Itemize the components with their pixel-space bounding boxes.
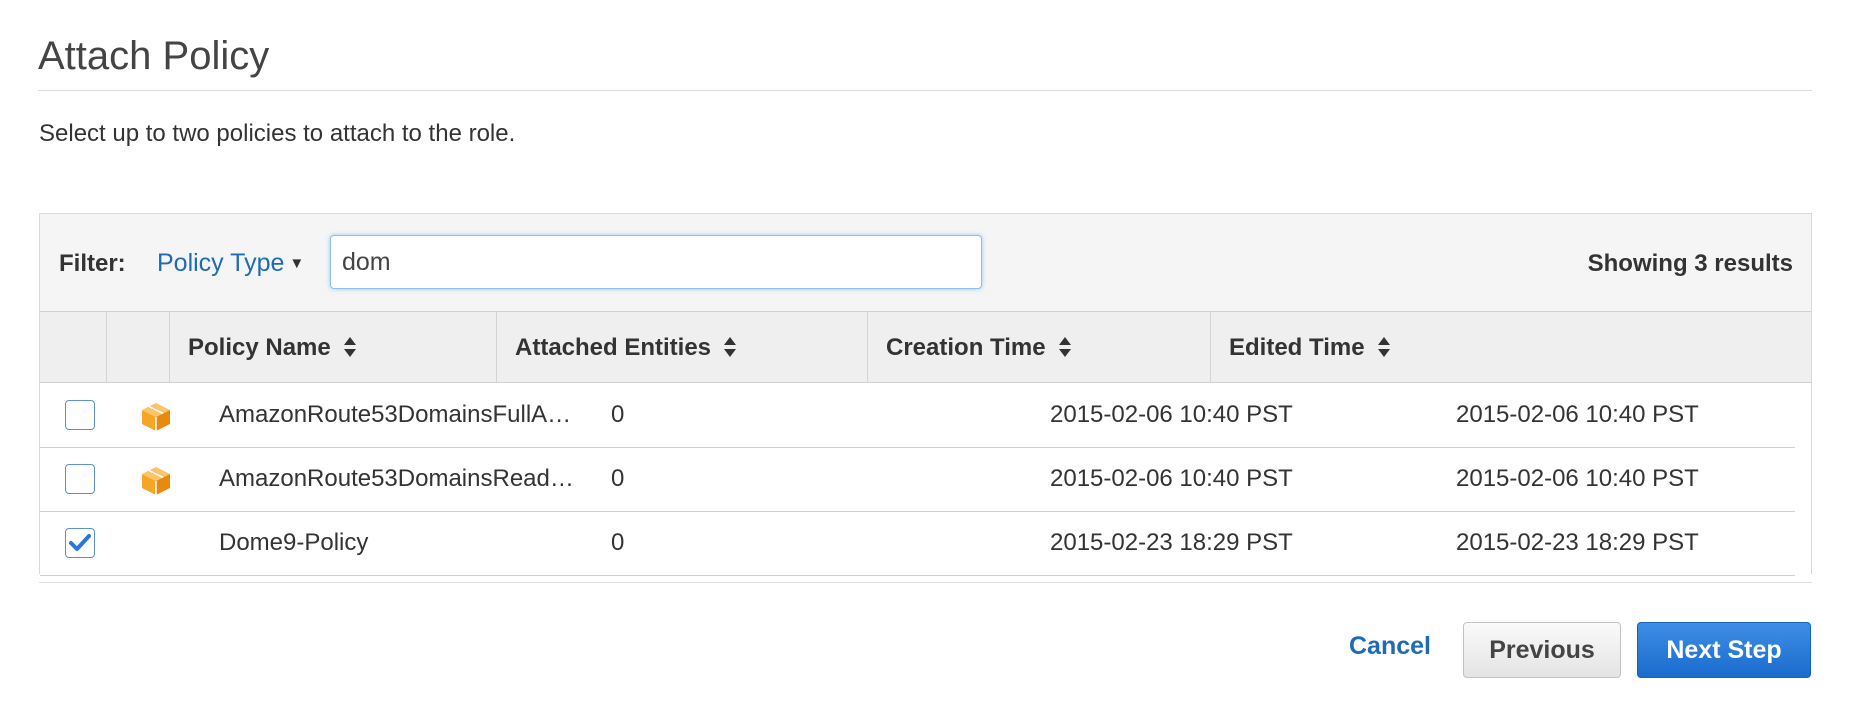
header-policy-name[interactable]: Policy Name [170,312,497,382]
results-count: Showing 3 results [1587,250,1793,277]
sort-icon [724,336,737,357]
header-label: Attached Entities [515,334,712,361]
aws-managed-policy-icon [142,467,170,495]
table-header: Policy Name Attached Entities Creation T… [40,312,1811,383]
edited-time: 2015-02-06 10:40 PST [1456,401,1699,428]
row-checkbox[interactable] [65,464,95,494]
policy-name[interactable]: AmazonRoute53DomainsReadOnlyAccess [219,465,575,493]
header-label: Edited Time [1229,334,1365,361]
caret-down-icon: ▼ [289,255,305,272]
row-checkbox-checked[interactable] [65,528,95,558]
checkmark-icon [69,534,91,551]
page-subtitle: Select up to two policies to attach to t… [39,120,516,147]
policy-type-dropdown[interactable]: Policy Type ▼ [157,249,304,278]
header-attached-entities[interactable]: Attached Entities [497,312,868,382]
sort-icon [1377,336,1390,357]
page-title: Attach Policy [38,34,270,78]
edited-time: 2015-02-06 10:40 PST [1456,465,1699,492]
filter-label: Filter: [59,250,126,277]
attached-entities: 0 [611,401,625,428]
table-row[interactable]: AmazonRoute53DomainsReadOnlyAccess 0 201… [40,448,1795,512]
table-row[interactable]: Dome9-Policy 0 2015-02-23 18:29 PST 2015… [40,512,1795,576]
policy-name[interactable]: Dome9-Policy [219,529,575,557]
attached-entities: 0 [611,465,625,492]
header-edited-time[interactable]: Edited Time [1211,312,1813,382]
filter-search-input[interactable] [330,235,982,289]
policy-type-label: Policy Type [157,249,285,277]
header-creation-time[interactable]: Creation Time [868,312,1211,382]
header-label: Policy Name [188,334,331,361]
row-checkbox[interactable] [65,400,95,430]
policy-name[interactable]: AmazonRoute53DomainsFullAccess [219,401,575,429]
filter-bar: Filter: Policy Type▼ Showing 3 results [40,214,1811,312]
aws-managed-policy-icon [142,403,170,431]
previous-button[interactable]: Previous [1463,622,1621,678]
table-row[interactable]: AmazonRoute53DomainsFullAccess 0 2015-02… [40,384,1795,448]
creation-time: 2015-02-23 18:29 PST [1050,529,1293,556]
header-icon-column [107,312,170,382]
cancel-button[interactable]: Cancel [1349,632,1431,661]
creation-time: 2015-02-06 10:40 PST [1050,401,1293,428]
policy-grid: Filter: Policy Type▼ Showing 3 results P… [39,213,1812,576]
footer-divider [39,582,1812,583]
next-step-button[interactable]: Next Step [1637,622,1811,678]
edited-time: 2015-02-23 18:29 PST [1456,529,1699,556]
title-divider [38,90,1812,91]
header-label: Creation Time [886,334,1046,361]
sort-icon [343,336,356,357]
sort-icon [1058,336,1071,357]
attached-entities: 0 [611,529,625,556]
header-select-column [40,312,107,382]
creation-time: 2015-02-06 10:40 PST [1050,465,1293,492]
